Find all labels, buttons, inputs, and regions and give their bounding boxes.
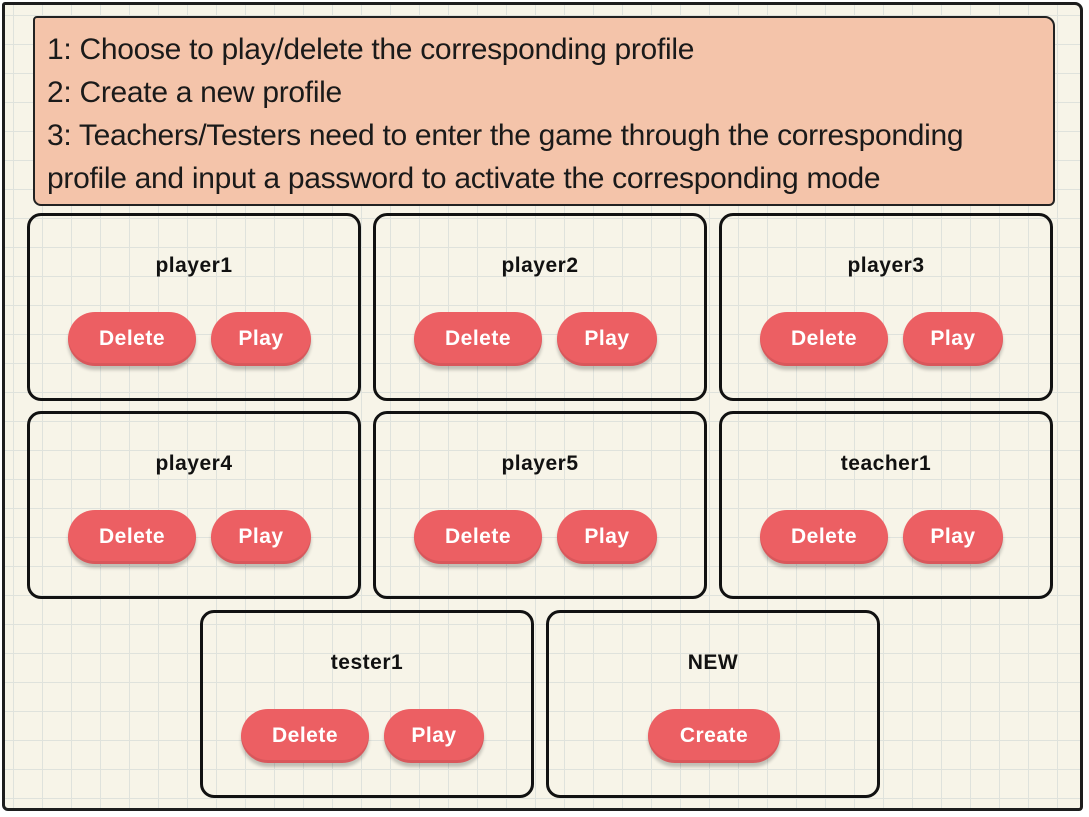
profile-card-player4: player4 Delete Play bbox=[27, 411, 361, 599]
delete-button[interactable]: Delete bbox=[241, 709, 369, 763]
play-button[interactable]: Play bbox=[384, 709, 484, 763]
instruction-line-4: profile and input a password to activate… bbox=[47, 162, 881, 195]
profile-name: player1 bbox=[155, 254, 233, 277]
profile-card-teacher1: teacher1 Delete Play bbox=[719, 411, 1053, 599]
instruction-line-1: 1: Choose to play/delete the correspondi… bbox=[47, 33, 695, 66]
profile-card-tester1: tester1 Delete Play bbox=[200, 610, 534, 798]
new-profile-card: NEW Create bbox=[546, 610, 880, 798]
profile-card-player1: player1 Delete Play bbox=[27, 213, 361, 401]
delete-button[interactable]: Delete bbox=[68, 312, 196, 366]
profile-card-player5: player5 Delete Play bbox=[373, 411, 707, 599]
play-button[interactable]: Play bbox=[211, 312, 311, 366]
play-button[interactable]: Play bbox=[211, 510, 311, 564]
profile-card-player3: player3 Delete Play bbox=[719, 213, 1053, 401]
delete-button[interactable]: Delete bbox=[414, 510, 542, 564]
profile-name: player5 bbox=[501, 452, 579, 475]
delete-button[interactable]: Delete bbox=[414, 312, 542, 366]
profile-name: player2 bbox=[501, 254, 579, 277]
instructions-panel: 1: Choose to play/delete the correspondi… bbox=[33, 16, 1055, 206]
delete-button[interactable]: Delete bbox=[760, 312, 888, 366]
profile-name: tester1 bbox=[330, 651, 404, 674]
instruction-line-2: 2: Create a new profile bbox=[47, 76, 342, 109]
profile-name: teacher1 bbox=[840, 452, 932, 475]
profile-card-player2: player2 Delete Play bbox=[373, 213, 707, 401]
new-profile-title: NEW bbox=[687, 651, 739, 674]
profile-name: player3 bbox=[847, 254, 925, 277]
play-button[interactable]: Play bbox=[903, 312, 1003, 366]
delete-button[interactable]: Delete bbox=[760, 510, 888, 564]
profile-name: player4 bbox=[155, 452, 233, 475]
instruction-line-3: 3: Teachers/Testers need to enter the ga… bbox=[47, 119, 964, 152]
play-button[interactable]: Play bbox=[557, 510, 657, 564]
delete-button[interactable]: Delete bbox=[68, 510, 196, 564]
play-button[interactable]: Play bbox=[557, 312, 657, 366]
create-button[interactable]: Create bbox=[648, 709, 780, 763]
play-button[interactable]: Play bbox=[903, 510, 1003, 564]
